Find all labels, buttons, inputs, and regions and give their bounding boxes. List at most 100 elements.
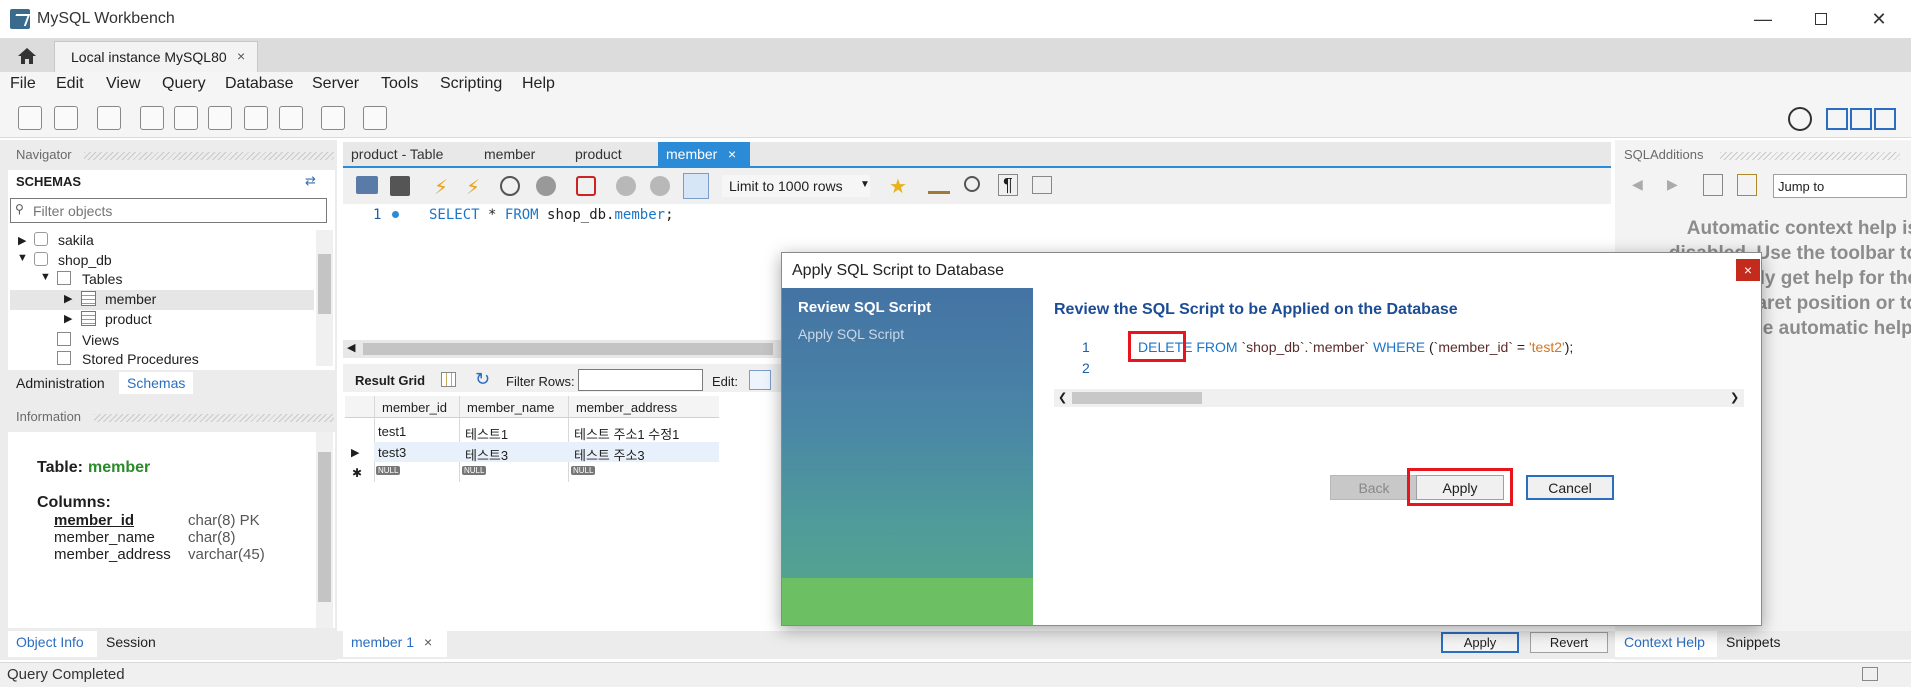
- menu-tools[interactable]: Tools: [381, 75, 418, 93]
- grid-cell[interactable]: 테스트3: [465, 445, 508, 464]
- tab-snippets[interactable]: Snippets: [1726, 634, 1780, 650]
- apply-button[interactable]: Apply: [1441, 632, 1519, 653]
- autocommit-icon[interactable]: [683, 173, 709, 199]
- tree-item-shop-db[interactable]: shop_db: [58, 252, 112, 268]
- menu-view[interactable]: View: [106, 75, 140, 93]
- menu-edit[interactable]: Edit: [56, 75, 84, 93]
- menu-database[interactable]: Database: [225, 75, 294, 93]
- wrap-lines-icon[interactable]: [1032, 176, 1052, 194]
- tab-member-active[interactable]: member ×: [658, 142, 750, 168]
- tree-item-tables[interactable]: Tables: [82, 271, 122, 287]
- find-icon[interactable]: [964, 176, 980, 192]
- toggle-sidebar-icon[interactable]: [1826, 108, 1848, 130]
- filter-objects-input[interactable]: ⚲: [10, 198, 327, 223]
- settings-icon[interactable]: [1788, 107, 1812, 131]
- close-icon[interactable]: ×: [1736, 259, 1760, 281]
- cancel-button[interactable]: Cancel: [1526, 475, 1614, 500]
- close-icon[interactable]: ×: [237, 48, 245, 64]
- toggle-error-icon[interactable]: [576, 176, 596, 196]
- tree-item-views[interactable]: Views: [82, 332, 119, 348]
- edit-pencil-icon[interactable]: [749, 370, 771, 390]
- connection-tab[interactable]: Local instance MySQL80 ×: [54, 41, 258, 72]
- open-sql-script-icon[interactable]: [54, 106, 78, 130]
- tab-context-help[interactable]: Context Help: [1624, 634, 1705, 650]
- refresh-icon[interactable]: ⇄: [305, 173, 316, 189]
- tree-item-product[interactable]: product: [105, 311, 152, 327]
- menu-scripting[interactable]: Scripting: [440, 75, 502, 93]
- tree-scrollbar[interactable]: [316, 230, 333, 366]
- null-badge[interactable]: NULL: [571, 466, 596, 475]
- grid-view-icon[interactable]: [441, 372, 456, 387]
- add-snippet-icon[interactable]: ★: [889, 174, 907, 199]
- scrollbar-thumb[interactable]: [1072, 392, 1202, 404]
- inspector-icon[interactable]: [97, 106, 121, 130]
- tab-schemas[interactable]: Schemas: [127, 375, 185, 391]
- menu-help[interactable]: Help: [522, 75, 555, 93]
- grid-cell[interactable]: 테스트1: [465, 424, 508, 443]
- menu-query[interactable]: Query: [162, 75, 206, 93]
- create-schema-icon[interactable]: [140, 106, 164, 130]
- null-badge[interactable]: NULL: [462, 466, 487, 475]
- jump-to-select[interactable]: Jump to: [1773, 174, 1907, 198]
- null-badge[interactable]: NULL: [376, 466, 401, 475]
- tree-item-stored-procedures[interactable]: Stored Procedures: [82, 351, 199, 367]
- toggle-output-icon[interactable]: [1850, 108, 1872, 130]
- limit-rows-select[interactable]: Limit to 1000 rows ▼: [721, 174, 871, 198]
- back-button[interactable]: Back: [1330, 475, 1418, 500]
- collapse-icon[interactable]: ▼: [40, 271, 51, 283]
- open-folder-icon[interactable]: [356, 176, 378, 194]
- result-grid-label[interactable]: Result Grid: [355, 373, 425, 388]
- tab-administration[interactable]: Administration: [16, 375, 105, 391]
- execute-icon[interactable]: ⚡: [434, 175, 448, 200]
- editor-hscrollbar[interactable]: ◀: [343, 340, 783, 358]
- sql-statement[interactable]: SELECT * FROM shop_db.member;: [429, 207, 674, 223]
- scroll-left-icon[interactable]: ◀: [347, 341, 355, 354]
- tree-item-sakila[interactable]: sakila: [58, 232, 94, 248]
- create-view-icon[interactable]: [208, 106, 232, 130]
- scroll-left-icon[interactable]: ❮: [1058, 391, 1067, 404]
- manual-help-icon[interactable]: [1703, 174, 1723, 196]
- menu-file[interactable]: File: [10, 75, 36, 93]
- minimize-icon[interactable]: —: [1735, 0, 1791, 38]
- toggle-secondary-sidebar-icon[interactable]: [1874, 108, 1896, 130]
- close-icon[interactable]: ×: [424, 634, 432, 650]
- beautify-icon[interactable]: [928, 176, 950, 194]
- script-hscrollbar[interactable]: ❮ ❯: [1054, 389, 1744, 407]
- home-icon[interactable]: [8, 40, 46, 72]
- tree-item-member[interactable]: member: [105, 291, 156, 307]
- tab-result-member-1[interactable]: member 1: [351, 634, 414, 650]
- search-table-data-icon[interactable]: [321, 106, 345, 130]
- column-header[interactable]: member_id: [382, 400, 447, 415]
- grid-cell[interactable]: 테스트 주소3: [574, 445, 645, 464]
- create-function-icon[interactable]: [279, 106, 303, 130]
- output-toggle-icon[interactable]: [1862, 667, 1878, 681]
- reconnect-icon[interactable]: [363, 106, 387, 130]
- grid-cell[interactable]: 테스트 주소1 수정1: [574, 424, 679, 443]
- collapse-icon[interactable]: ▼: [17, 252, 28, 264]
- filter-rows-input[interactable]: [578, 369, 703, 391]
- close-icon[interactable]: ✕: [1851, 0, 1907, 38]
- create-procedure-icon[interactable]: [244, 106, 268, 130]
- revert-button[interactable]: Revert: [1530, 632, 1608, 653]
- back-icon[interactable]: ◀: [1632, 176, 1643, 193]
- tab-product-table[interactable]: product - Table: [351, 146, 443, 162]
- create-table-icon[interactable]: [174, 106, 198, 130]
- stop-icon[interactable]: [536, 176, 556, 196]
- menu-server[interactable]: Server: [312, 75, 359, 93]
- expand-icon[interactable]: ▶: [64, 312, 72, 325]
- grid-cell[interactable]: test3: [378, 445, 406, 460]
- close-icon[interactable]: ×: [728, 146, 736, 162]
- expand-icon[interactable]: ▶: [18, 234, 26, 247]
- column-header[interactable]: member_name: [467, 400, 554, 415]
- explain-icon[interactable]: [500, 176, 520, 196]
- expand-icon[interactable]: ▶: [64, 292, 72, 305]
- tab-object-info[interactable]: Object Info: [16, 634, 84, 650]
- info-scrollbar[interactable]: [316, 432, 333, 628]
- tab-session[interactable]: Session: [106, 634, 156, 650]
- rollback-icon[interactable]: [650, 176, 670, 196]
- forward-icon[interactable]: ▶: [1667, 176, 1678, 193]
- scroll-right-icon[interactable]: ❯: [1730, 391, 1739, 404]
- filter-objects-field[interactable]: [33, 201, 323, 220]
- column-header[interactable]: member_address: [576, 400, 677, 415]
- new-sql-tab-icon[interactable]: [18, 106, 42, 130]
